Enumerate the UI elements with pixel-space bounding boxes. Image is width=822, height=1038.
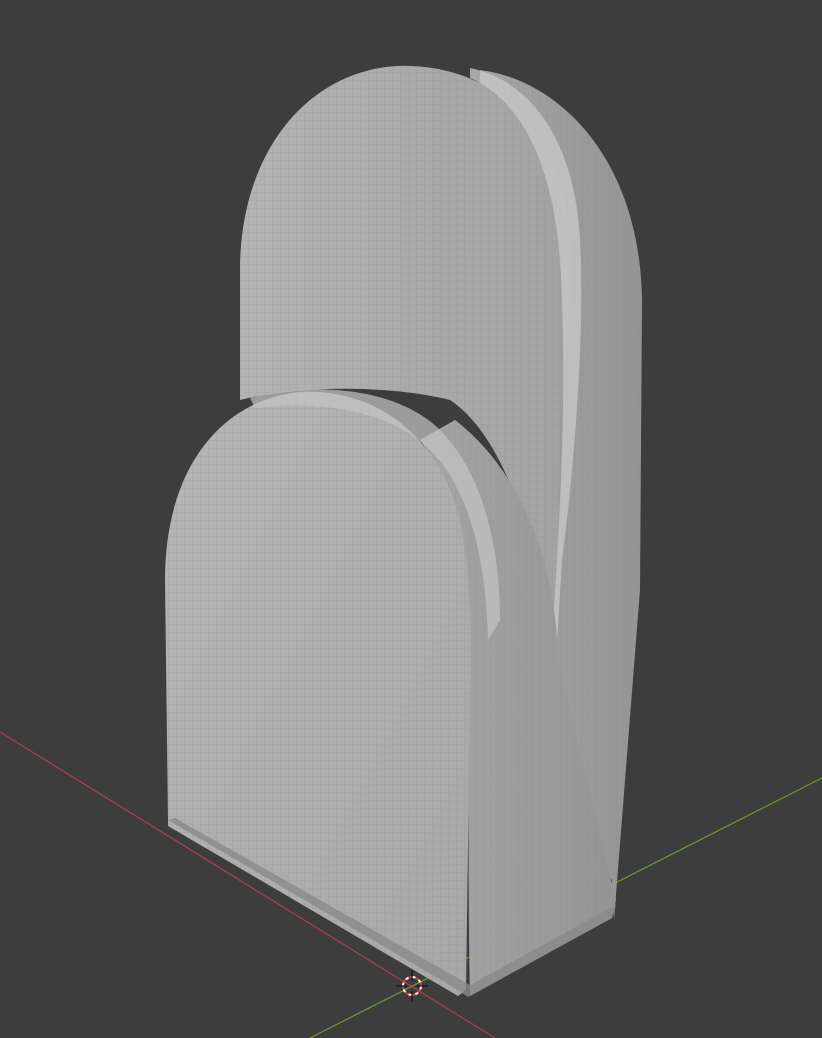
3d-viewport[interactable] <box>0 0 822 1038</box>
subdivided-arch-block-mesh[interactable] <box>165 65 642 997</box>
viewport-canvas[interactable] <box>0 0 822 1038</box>
